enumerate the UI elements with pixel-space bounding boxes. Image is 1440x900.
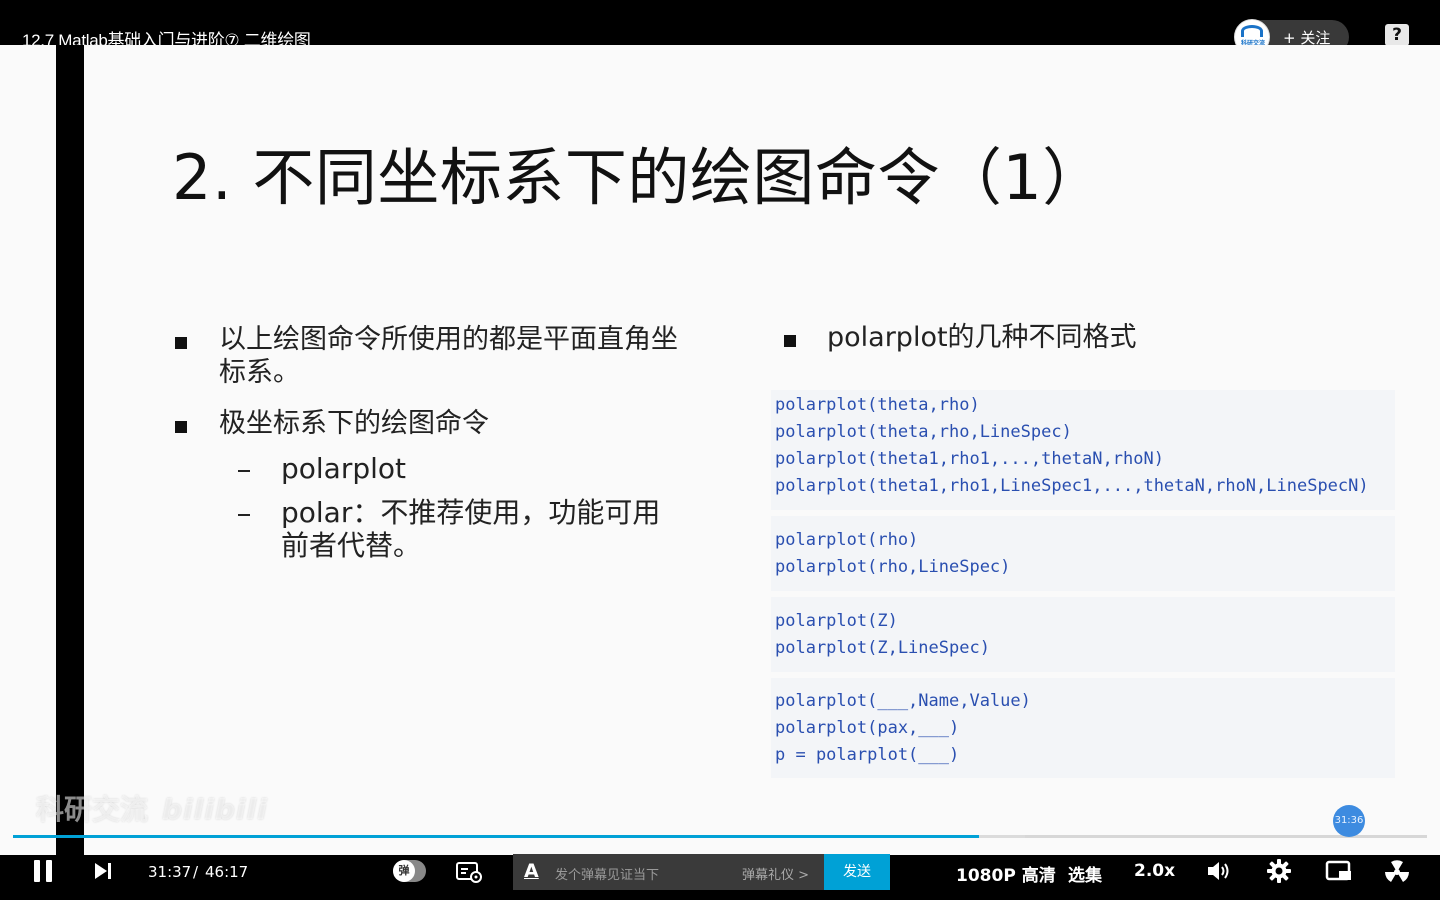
code-line: polarplot(rho) <box>775 530 919 550</box>
bullet-text-1: 以上绘图命令所使用的都是平面直角坐标系。 <box>219 324 678 388</box>
progress-bar[interactable] <box>13 835 1427 838</box>
code-separator <box>771 591 1395 597</box>
speed-button[interactable]: 2.0x <box>1134 861 1175 881</box>
watermark-channel: 科研交流 <box>36 793 149 826</box>
code-line: polarplot(Z,LineSpec) <box>775 638 990 658</box>
total-time: 46:17 <box>205 863 249 881</box>
danmaku-etiquette-link[interactable]: 弹幕礼仪 > <box>742 864 809 883</box>
sub-item-1: polarplot <box>281 452 407 485</box>
dash-icon <box>238 470 250 472</box>
pause-icon[interactable] <box>34 860 52 882</box>
quality-button[interactable]: 1080P 高清 <box>956 861 1056 886</box>
code-line: polarplot(___,Name,Value) <box>775 691 1031 711</box>
slide: 2. 不同坐标系下的绘图命令（1） 以上绘图命令所使用的都是平面直角坐标系。 极… <box>84 45 1440 855</box>
right-bullet-text: polarplot的几种不同格式 <box>827 322 1137 353</box>
danmaku-settings-icon[interactable] <box>456 861 482 883</box>
bullet-square-icon <box>175 337 187 349</box>
current-time: 31:37 <box>148 863 192 881</box>
bilibili-logo: bilibili <box>162 793 268 826</box>
sub-item-2: polar：不推荐使用，功能可用前者代替。 <box>281 496 661 562</box>
seek-thumb[interactable]: 31:36 <box>1333 805 1365 837</box>
settings-gear-icon[interactable] <box>1266 858 1292 884</box>
progress-played <box>13 835 979 838</box>
video-letterbox <box>56 45 84 855</box>
code-line: polarplot(Z) <box>775 611 898 631</box>
code-line: polarplot(theta,rho,LineSpec) <box>775 422 1072 442</box>
bullet-square-icon <box>784 335 796 347</box>
avatar-logo-icon <box>1241 25 1263 37</box>
code-line: p = polarplot(___) <box>775 745 960 765</box>
time-separator: / <box>193 863 199 881</box>
slide-title: 2. 不同坐标系下的绘图命令（1） <box>172 141 1105 214</box>
next-icon[interactable] <box>94 862 112 880</box>
code-line: polarplot(theta1,rho1,LineSpec1,...,thet… <box>775 476 1369 496</box>
code-separator <box>771 510 1395 516</box>
danmaku-toggle[interactable]: 弹 <box>393 860 426 882</box>
bullet-square-icon <box>175 421 187 433</box>
bullet-text-2: 极坐标系下的绘图命令 <box>219 408 489 439</box>
picture-in-picture-icon[interactable] <box>1325 859 1353 883</box>
fullscreen-radiation-icon[interactable] <box>1383 857 1411 885</box>
code-line: polarplot(pax,___) <box>775 718 960 738</box>
code-line: polarplot(theta,rho) <box>775 395 980 415</box>
watermark: 科研交流 bilibili <box>36 788 268 828</box>
dash-icon <box>238 514 250 516</box>
code-line: polarplot(theta1,rho1,...,thetaN,rhoN) <box>775 449 1164 469</box>
danmaku-style-icon[interactable]: A <box>524 860 539 882</box>
danmaku-toggle-label: 弹 <box>393 860 415 882</box>
volume-icon[interactable] <box>1206 859 1232 883</box>
code-line: polarplot(rho,LineSpec) <box>775 557 1011 577</box>
episodes-button[interactable]: 选集 <box>1068 861 1102 886</box>
send-button[interactable]: 发送 <box>824 854 890 890</box>
danmaku-placeholder[interactable]: 发个弹幕见证当下 <box>555 864 659 883</box>
help-icon[interactable]: ? <box>1385 24 1409 46</box>
code-separator <box>771 672 1395 678</box>
progress-buffered <box>978 835 1026 838</box>
